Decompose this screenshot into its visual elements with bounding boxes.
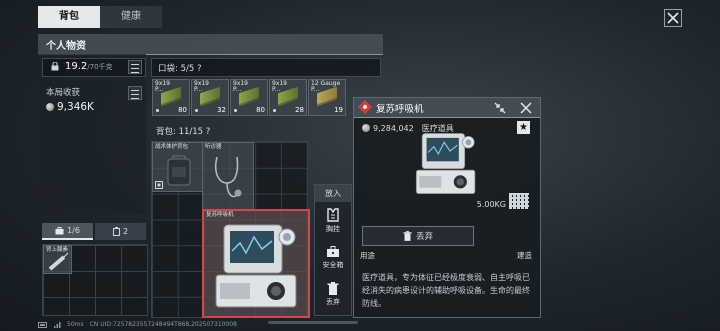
ammo-dot — [195, 109, 198, 112]
action-menu-header: 放入 — [315, 185, 351, 202]
usage-value: 建造 — [517, 251, 532, 260]
bag-item-tactical-pack[interactable]: 战术体护背包 — [152, 142, 203, 192]
case-icon — [112, 227, 120, 236]
ammo-count: 80 — [256, 106, 265, 114]
detail-header: 复苏呼吸机 — [354, 98, 540, 118]
coin-icon — [362, 124, 370, 132]
coin-icon — [46, 103, 54, 111]
status-bar: 50ms CN UID:7257823557248494T868,2025073… — [38, 321, 237, 328]
usage-row: 用途 建造 — [360, 250, 532, 261]
backpack-label: 背包: 11/15 ? — [156, 127, 211, 137]
ventilator-icon — [215, 224, 297, 308]
ammo-slot-5[interactable]: 12 Gauge P... 19 — [308, 79, 346, 116]
ping-value: 50ms — [67, 321, 84, 328]
detail-weight: 5.00KG — [476, 200, 506, 209]
weight-icon — [51, 62, 59, 71]
ammo-dot — [156, 109, 159, 112]
battery-icon — [38, 321, 47, 328]
action-label: 胸挂 — [326, 224, 340, 233]
left-tabs: 1/6 2 — [42, 223, 146, 240]
left-column — [38, 54, 146, 214]
weight-max: /70千克 — [87, 63, 113, 71]
pocket-header: 口袋: 5/5 ? — [151, 58, 381, 77]
detail-close-icon[interactable] — [519, 101, 533, 115]
inventory-item[interactable]: 肾上腺素 — [43, 245, 72, 274]
close-icon — [664, 9, 682, 27]
bag-item-stethoscope[interactable]: 听诊器 — [202, 142, 254, 210]
action-menu: 放入 胸挂 安全箱 丢弃 — [314, 184, 352, 316]
tab-inventory-1-label: 1/6 — [67, 226, 80, 235]
panel-title: 个人物资 — [46, 41, 86, 52]
ammo-dot — [273, 109, 276, 112]
move-to-chest-rig-button[interactable]: 胸挂 — [315, 202, 351, 239]
pocket-items: 9x19 P... 80 9x19 P... 32 9x19 P... 80 9x19… — [152, 79, 346, 116]
income-list-button[interactable] — [128, 86, 142, 100]
collapse-icon[interactable] — [493, 101, 507, 115]
discard-action-button[interactable]: 丢弃 — [315, 276, 351, 313]
ammo-slot-2[interactable]: 9x19 P... 32 — [191, 79, 229, 116]
pocket-label: 口袋: 5/5 ? — [158, 64, 202, 74]
tab-backpack[interactable]: 背包 — [38, 6, 100, 28]
stethoscope-icon — [215, 156, 242, 198]
ammo-count: 80 — [178, 106, 187, 114]
syringe-icon — [48, 252, 69, 271]
weight-value: 19.2 — [65, 61, 88, 72]
ammo-slot-4[interactable]: 9x19 P... 28 — [269, 79, 307, 116]
backpack-icon — [167, 155, 191, 186]
tab-inventory-1[interactable]: 1/6 — [42, 223, 93, 240]
safe-box-icon — [327, 245, 339, 257]
top-tabs: 背包 健康 — [38, 6, 162, 28]
action-label: 丢弃 — [326, 298, 340, 306]
tab-inventory-2-label: 2 — [122, 227, 129, 236]
item-name: 听诊器 — [205, 144, 222, 150]
tab-inventory-2[interactable]: 2 — [95, 223, 146, 240]
ammo-count: 28 — [295, 106, 304, 114]
signal-icon — [54, 321, 61, 328]
rarity-diamond-icon — [357, 99, 373, 115]
briefcase-icon — [55, 226, 64, 234]
trash-icon — [403, 231, 412, 241]
ammo-dot — [234, 109, 237, 112]
discard-button[interactable]: 丢弃 — [362, 226, 474, 246]
size-grid-icon — [509, 193, 529, 209]
usage-label: 用途 — [360, 251, 375, 260]
favorite-star-button[interactable]: ★ — [517, 121, 530, 134]
weight-list-button[interactable] — [128, 60, 142, 74]
income-value-row: 9,346K — [46, 101, 94, 113]
scrollbar[interactable] — [268, 321, 358, 324]
panel-header: 个人物资 — [38, 34, 383, 55]
chest-rig-icon — [327, 207, 339, 222]
tab-health[interactable]: 健康 — [100, 6, 162, 28]
move-to-safe-box-button[interactable]: 安全箱 — [315, 239, 351, 276]
backpack-header: 背包: 11/15 ? — [151, 123, 379, 138]
trash-icon — [327, 282, 339, 295]
item-description: 医疗道具，专为体征已经极度衰弱、自主呼吸已经消失的病患设计的辅助呼吸设备。生命的… — [362, 273, 530, 308]
link-icon — [155, 181, 163, 189]
discard-label: 丢弃 — [415, 232, 433, 242]
item-name: 复苏呼吸机 — [206, 212, 234, 218]
action-label: 安全箱 — [322, 260, 344, 269]
bag-item-resuscitator-selected[interactable]: 复苏呼吸机 — [202, 209, 310, 318]
uid-text: CN UID:7257823557248494T868,202507310008 — [89, 321, 237, 328]
ammo-slot-1[interactable]: 9x19 P... 80 — [152, 79, 190, 116]
income-label: 本局收获 — [46, 88, 81, 98]
ventilator-preview-icon — [415, 133, 476, 194]
ammo-count: 32 — [217, 106, 226, 114]
detail-title: 复苏呼吸机 — [376, 104, 424, 115]
ammo-slot-3[interactable]: 9x19 P... 80 — [230, 79, 268, 116]
detail-price: 9,284,042 — [373, 124, 414, 133]
item-name: 战术体护背包 — [155, 144, 189, 150]
ammo-count: 19 — [334, 106, 343, 114]
close-button[interactable] — [664, 9, 682, 27]
income-value: 9,346K — [57, 101, 94, 113]
item-detail-panel: 复苏呼吸机 9,284,042 医疗道具 ★ 5.00KG 丢弃 用途 建造 医疗… — [353, 97, 541, 318]
